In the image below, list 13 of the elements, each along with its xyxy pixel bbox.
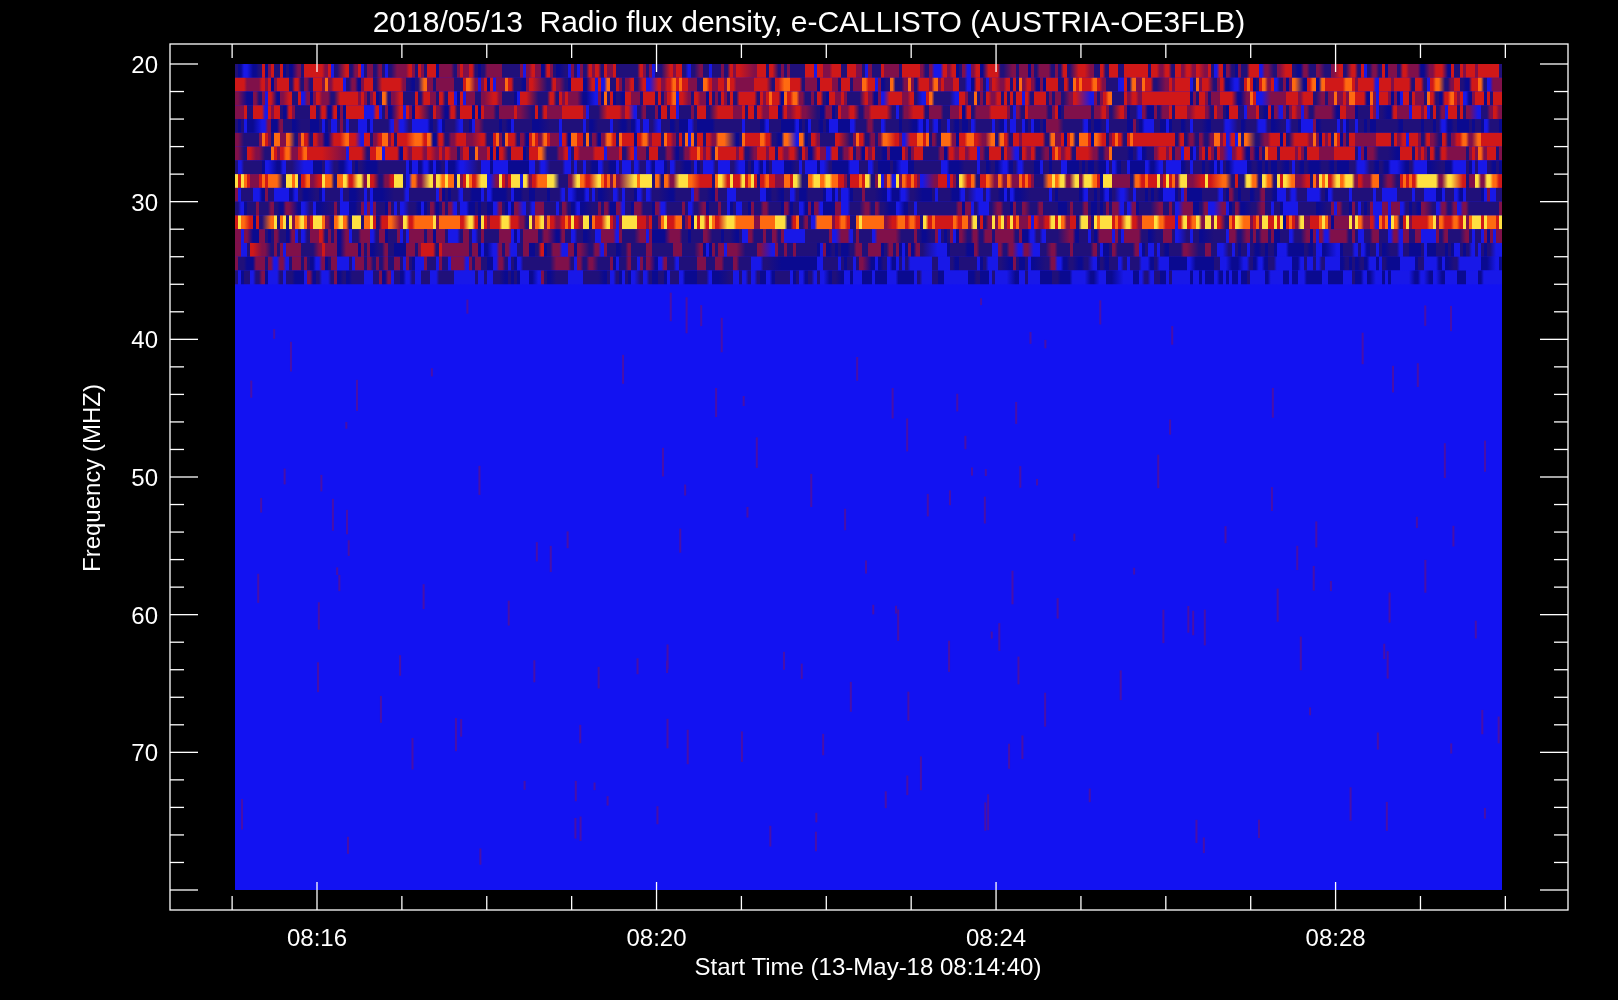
tick-label: 60	[131, 601, 158, 629]
chart-title: 2018/05/13 Radio flux density, e-CALLISTO (AUSTRIA-OE3FLB)	[372, 5, 1246, 38]
tick-label: 08:28	[1305, 924, 1366, 951]
tick-label: 20	[131, 51, 158, 78]
tick-label: 40	[131, 326, 158, 354]
x-axis-label: Start Time (13-May-18 08:14:40)	[694, 953, 1042, 980]
tick-label: 08:24	[966, 924, 1027, 951]
tick-label: 08:16	[286, 924, 348, 951]
tick-label: 70	[131, 739, 158, 767]
tick-label: 08:20	[626, 924, 687, 951]
tick-label: 30	[131, 188, 158, 216]
tick-label: 50	[131, 464, 158, 491]
y-axis-label: Frequency (MHZ)	[78, 384, 105, 572]
